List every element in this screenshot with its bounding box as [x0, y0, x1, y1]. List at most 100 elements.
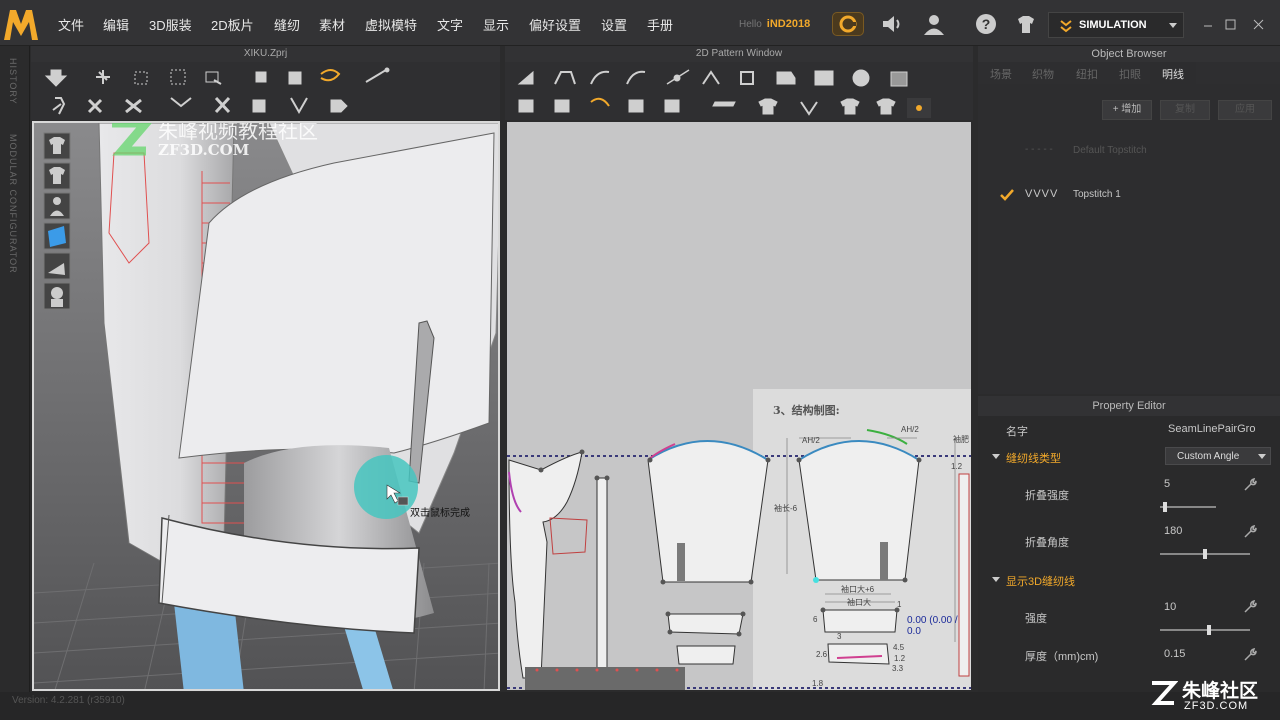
svg-text:?: ? [982, 16, 991, 32]
label-1-2: 1.2 [894, 654, 906, 663]
chevron-double-icon [1060, 20, 1072, 33]
slider-knob[interactable] [1163, 502, 1167, 512]
object-browser-label: Object Browser [1091, 48, 1167, 60]
label-ah-left: AH/2 [802, 436, 820, 445]
viewport-3d[interactable]: 朱峰视频教程社区 ZF3D.COM 双击鼠标完成 [32, 121, 500, 691]
property-editor-label: Property Editor [1092, 400, 1166, 412]
label-4-5: 4.5 [893, 643, 905, 652]
menu-sewing[interactable]: 缝纫 [274, 15, 300, 34]
menu-edit[interactable]: 编辑 [103, 15, 129, 34]
chevron-down-icon [1169, 23, 1177, 28]
thickness-value[interactable]: 0.15 [1164, 648, 1185, 660]
tab-topstitch[interactable]: 明线 [1150, 62, 1196, 84]
menu-3d-garment[interactable]: 3D服装 [149, 15, 192, 34]
label-1-8: 1.8 [812, 679, 824, 688]
label-sleeve-length: 袖长-6 [774, 504, 798, 513]
brand-url: ZF3D.COM [1184, 700, 1249, 712]
wrench-icon[interactable] [1243, 478, 1257, 492]
tab-button[interactable]: 纽扣 [1076, 66, 1098, 82]
measure-readout: 0.00 (0.00 / 0.0 [907, 615, 958, 637]
strength-slider[interactable] [1160, 625, 1250, 635]
label-cuff: 袖口大 [847, 598, 871, 607]
menu-2d-pattern[interactable]: 2D板片 [211, 15, 254, 34]
brand-watermark: 朱峰社区 ZF3D.COM [1148, 676, 1272, 716]
checkmark-icon [1000, 189, 1014, 201]
slider-knob[interactable] [1207, 625, 1211, 635]
menubar: 文件 编辑 3D服装 2D板片 缝纫 素材 虚拟模特 文字 显示 偏好设置 设置… [0, 0, 1280, 46]
fold-angle-label: 折叠角度 [1025, 537, 1069, 549]
wrench-icon[interactable] [1243, 600, 1257, 614]
tab-scene[interactable]: 场景 [990, 66, 1012, 82]
sew-tooltip: 双击鼠标完成 [410, 508, 470, 519]
viewport-2d[interactable]: 3、结构制图: AH/2 AH/2 袖长-6 袖口大+6 袖口大 0.00 (0… [507, 122, 971, 690]
seam-type-value: Custom Angle [1177, 451, 1240, 462]
property-editor-body: 名字 SeamLinePairGro 缝纫线类型 Custom Angle 折叠… [978, 416, 1280, 692]
menu-avatar[interactable]: 虚拟模特 [365, 15, 417, 34]
viewport-3d-scene[interactable] [34, 123, 500, 691]
reference-heading: 3、结构制图: [773, 404, 840, 417]
brand-text: 朱峰社区 [1182, 680, 1259, 702]
add-topstitch-button[interactable]: + 增加 [1102, 100, 1152, 120]
property-editor-title: Property Editor [978, 396, 1280, 416]
label-2-6: 2.6 [816, 650, 828, 659]
strength-label: 强度 [1025, 613, 1047, 625]
user-icon[interactable] [921, 12, 947, 36]
label-6: 6 [813, 615, 818, 624]
chevron-down-icon[interactable] [991, 576, 1001, 584]
menu-settings[interactable]: 设置 [601, 15, 627, 34]
panel-3d-title: XIKU.Zprj [31, 46, 500, 62]
garment-add-icon[interactable] [1013, 12, 1039, 36]
window-controls[interactable] [1200, 18, 1276, 32]
wrench-icon[interactable] [1243, 525, 1257, 539]
menu-manual[interactable]: 手册 [647, 15, 673, 34]
user-name: iND2018 [766, 18, 811, 30]
stitch-name: Topstitch 1 [1073, 189, 1121, 200]
help-icon[interactable]: ? [973, 12, 999, 36]
version-text: Version: 4.2.281 (r35910) [12, 695, 125, 706]
modular-configurator-label[interactable]: MODULAR CONFIGURATOR [8, 134, 18, 274]
wrench-icon[interactable] [1243, 648, 1257, 662]
watermark-subtext: ZF3D.COM [158, 141, 250, 159]
simulation-dropdown[interactable]: SIMULATION [1048, 12, 1184, 38]
toolbar-3d [31, 62, 500, 120]
toolbar-3d-icons[interactable] [31, 62, 500, 120]
thickness-label: 厚度（mm)cm) [1025, 651, 1099, 663]
menu-file[interactable]: 文件 [58, 15, 84, 34]
toolbar-2d-icons[interactable] [505, 62, 973, 120]
panel-2d-title: 2D Pattern Window [505, 46, 973, 62]
fold-strength-slider[interactable] [1160, 502, 1216, 512]
tab-fabric[interactable]: 织物 [1032, 66, 1054, 82]
menu-text[interactable]: 文字 [437, 15, 463, 34]
menu-materials[interactable]: 素材 [319, 15, 345, 34]
object-browser-title: Object Browser [978, 46, 1280, 62]
chevron-down-icon[interactable] [991, 453, 1001, 461]
marvelous-logo-icon[interactable] [2, 6, 40, 42]
strength-value[interactable]: 10 [1164, 601, 1176, 613]
show-3d-seam-section: 显示3D缝纫线 [1006, 576, 1076, 588]
fold-angle-slider[interactable] [1160, 549, 1250, 559]
slider-knob[interactable] [1203, 549, 1207, 559]
name-value[interactable]: SeamLinePairGro [1168, 423, 1276, 435]
stitch-pattern: VVVV [1025, 188, 1059, 200]
chevron-down-icon [1258, 454, 1266, 459]
list-item[interactable]: VVVV Topstitch 1 [978, 184, 1280, 208]
menu-display[interactable]: 显示 [483, 15, 509, 34]
seam-type-select[interactable]: Custom Angle [1165, 447, 1271, 465]
list-item[interactable]: - - - - - Default Topstitch [978, 140, 1280, 164]
label-3-3: 3.3 [892, 664, 904, 673]
fold-strength-value[interactable]: 5 [1164, 478, 1170, 490]
tab-buttonhole[interactable]: 扣眼 [1119, 66, 1141, 82]
cloud-icon[interactable] [832, 12, 864, 36]
object-browser-tabs: 场景 织物 纽扣 扣眼 明线 [978, 62, 1280, 84]
stitch-name: Default Topstitch [1073, 145, 1147, 156]
speaker-icon[interactable] [879, 12, 905, 36]
history-label[interactable]: HISTORY [8, 58, 18, 105]
apply-button[interactable]: 应用 [1218, 100, 1272, 120]
label-3: 3 [837, 632, 842, 641]
stitch-pattern: - - - - - [1025, 144, 1053, 155]
simulation-label: SIMULATION [1079, 19, 1147, 31]
zf-logo-icon [1151, 681, 1178, 705]
copy-button[interactable]: 复制 [1160, 100, 1210, 120]
menu-preferences[interactable]: 偏好设置 [529, 15, 581, 34]
fold-angle-value[interactable]: 180 [1164, 525, 1182, 537]
